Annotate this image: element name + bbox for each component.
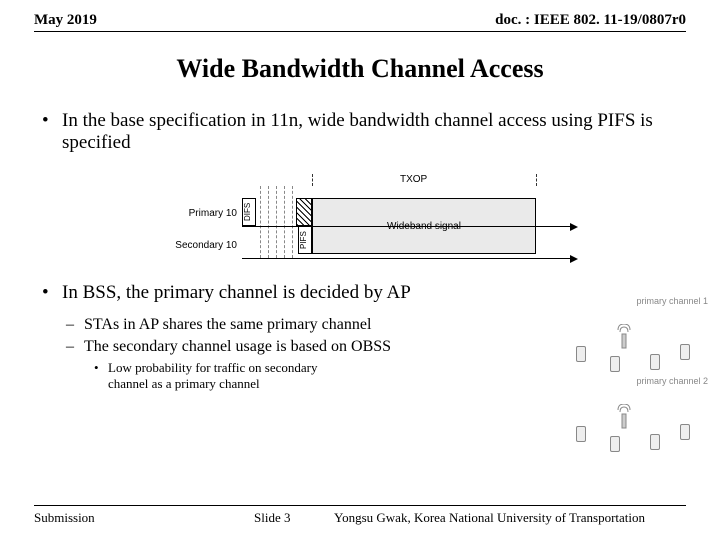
bullet-main-1: • In the base specification in 11n, wide… bbox=[42, 110, 690, 154]
pifs-box: PIFS bbox=[298, 226, 312, 254]
arrow-right-icon bbox=[570, 255, 578, 263]
guide-line bbox=[260, 186, 261, 258]
station-icon bbox=[680, 424, 690, 440]
station-icon bbox=[680, 344, 690, 360]
txop-label: TXOP bbox=[400, 174, 427, 185]
slide-header: May 2019 doc. : IEEE 802. 11-19/0807r0 bbox=[0, 0, 720, 31]
bullet-dot-icon: • bbox=[42, 110, 62, 154]
bullet-dot-icon: • bbox=[94, 360, 108, 393]
guide-line bbox=[268, 186, 269, 258]
footer-rule bbox=[34, 505, 686, 506]
bullet-dot-icon: • bbox=[42, 282, 62, 304]
guide-line bbox=[276, 186, 277, 258]
backoff-hatched bbox=[296, 198, 312, 226]
header-date: May 2019 bbox=[34, 12, 97, 29]
station-icon bbox=[610, 436, 620, 452]
dash-icon: – bbox=[66, 316, 84, 334]
txop-tick-left bbox=[312, 174, 313, 186]
ap-icon bbox=[616, 324, 632, 350]
time-axis-secondary bbox=[242, 258, 572, 259]
slide-footer: Submission Slide 3 Yongsu Gwak, Korea Na… bbox=[0, 510, 720, 526]
footer-slide-number: Slide 3 bbox=[254, 510, 334, 526]
header-docid: doc. : IEEE 802. 11-19/0807r0 bbox=[495, 12, 686, 29]
header-rule bbox=[34, 31, 686, 32]
bullet-main-2: • In BSS, the primary channel is decided… bbox=[42, 282, 690, 304]
difs-box: DIFS bbox=[242, 198, 256, 226]
network-row-2: primary channel 2 bbox=[562, 386, 706, 450]
bullet-subsub-1: • Low probability for traffic on seconda… bbox=[94, 360, 482, 393]
bullet-sub-2: – The secondary channel usage is based o… bbox=[66, 338, 482, 356]
dash-icon: – bbox=[66, 338, 84, 356]
station-icon bbox=[650, 434, 660, 450]
txop-tick-right bbox=[536, 174, 537, 186]
network-row-1: primary channel 1 bbox=[562, 306, 706, 370]
station-icon bbox=[650, 354, 660, 370]
primary-channel-label: Primary 10 bbox=[157, 208, 237, 219]
station-icon bbox=[576, 346, 586, 362]
time-axis-primary bbox=[242, 226, 572, 227]
bullet-main-2-text: In BSS, the primary channel is decided b… bbox=[62, 282, 411, 304]
guide-line bbox=[292, 186, 293, 258]
primary-channel-1-label: primary channel 1 bbox=[636, 296, 708, 306]
footer-author: Yongsu Gwak, Korea National University o… bbox=[334, 510, 686, 526]
primary-channel-2-label: primary channel 2 bbox=[636, 376, 708, 386]
timing-diagram: TXOP Primary 10 Secondary 10 DIFS PIFS W… bbox=[42, 166, 690, 274]
station-icon bbox=[610, 356, 620, 372]
arrow-right-icon bbox=[570, 223, 578, 231]
slide-title: Wide Bandwidth Channel Access bbox=[0, 54, 720, 84]
bullet-sub-1-text: STAs in AP shares the same primary chann… bbox=[84, 316, 371, 334]
station-icon bbox=[576, 426, 586, 442]
bullet-main-1-text: In the base specification in 11n, wide b… bbox=[62, 110, 690, 154]
network-illustration: primary channel 1 primary channel 2 bbox=[562, 306, 706, 476]
guide-line bbox=[284, 186, 285, 258]
bullet-subsub-1-text: Low probability for traffic on secondary… bbox=[108, 360, 318, 393]
bullet-sub-1: – STAs in AP shares the same primary cha… bbox=[66, 316, 482, 334]
secondary-channel-label: Secondary 10 bbox=[157, 240, 237, 251]
footer-submission: Submission bbox=[34, 510, 254, 526]
ap-icon bbox=[616, 404, 632, 430]
bullet-sub-2-text: The secondary channel usage is based on … bbox=[84, 338, 391, 356]
